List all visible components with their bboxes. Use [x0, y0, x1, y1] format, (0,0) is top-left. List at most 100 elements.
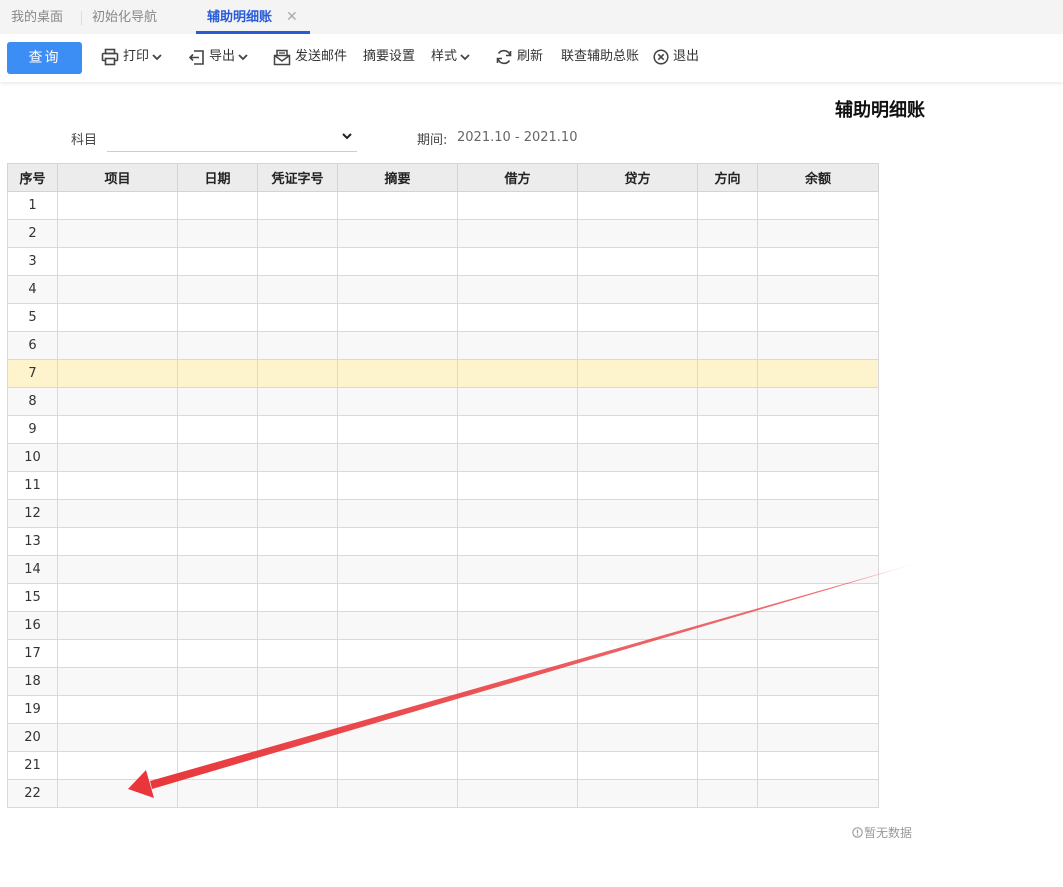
cell-summary[interactable]	[337, 779, 458, 808]
cell-item[interactable]	[57, 555, 178, 584]
cell-date[interactable]	[177, 191, 258, 220]
cell-summary[interactable]	[337, 499, 458, 528]
cell-date[interactable]	[177, 359, 258, 388]
table-row[interactable]: 21	[7, 751, 879, 780]
cell-summary[interactable]	[337, 219, 458, 248]
cell-direction[interactable]	[697, 639, 758, 668]
cell-balance[interactable]	[757, 443, 879, 472]
cell-direction[interactable]	[697, 415, 758, 444]
column-header-item[interactable]: 项目	[57, 163, 178, 192]
cell-debit[interactable]	[457, 751, 578, 780]
cell-item[interactable]	[57, 415, 178, 444]
cell-balance[interactable]	[757, 331, 879, 360]
cell-balance[interactable]	[757, 387, 879, 416]
cell-balance[interactable]	[757, 471, 879, 500]
cell-date[interactable]	[177, 443, 258, 472]
cell-voucher-no[interactable]	[257, 779, 338, 808]
cell-item[interactable]	[57, 667, 178, 696]
cell-debit[interactable]	[457, 415, 578, 444]
exit-button[interactable]: 退出	[653, 46, 699, 68]
table-row[interactable]: 10	[7, 443, 879, 472]
cell-date[interactable]	[177, 555, 258, 584]
cell-item[interactable]	[57, 387, 178, 416]
table-row[interactable]: 14	[7, 555, 879, 584]
cell-credit[interactable]	[577, 723, 698, 752]
cell-balance[interactable]	[757, 779, 879, 808]
cell-direction[interactable]	[697, 219, 758, 248]
cell-credit[interactable]	[577, 583, 698, 612]
cell-item[interactable]	[57, 695, 178, 724]
cell-item[interactable]	[57, 611, 178, 640]
cell-credit[interactable]	[577, 639, 698, 668]
cell-balance[interactable]	[757, 303, 879, 332]
cell-item[interactable]	[57, 247, 178, 276]
cell-balance[interactable]	[757, 275, 879, 304]
cell-voucher-no[interactable]	[257, 359, 338, 388]
cell-item[interactable]	[57, 499, 178, 528]
cell-voucher-no[interactable]	[257, 219, 338, 248]
cell-date[interactable]	[177, 779, 258, 808]
cell-balance[interactable]	[757, 583, 879, 612]
cell-summary[interactable]	[337, 191, 458, 220]
table-row[interactable]: 7	[7, 359, 879, 388]
cell-summary[interactable]	[337, 359, 458, 388]
cell-credit[interactable]	[577, 499, 698, 528]
cell-credit[interactable]	[577, 695, 698, 724]
cell-direction[interactable]	[697, 303, 758, 332]
cell-balance[interactable]	[757, 527, 879, 556]
cell-direction[interactable]	[697, 387, 758, 416]
cell-debit[interactable]	[457, 359, 578, 388]
table-row[interactable]: 16	[7, 611, 879, 640]
style-button[interactable]: 样式	[431, 46, 470, 68]
cell-summary[interactable]	[337, 443, 458, 472]
cell-debit[interactable]	[457, 779, 578, 808]
cell-credit[interactable]	[577, 387, 698, 416]
cell-direction[interactable]	[697, 667, 758, 696]
cell-direction[interactable]	[697, 555, 758, 584]
cell-summary[interactable]	[337, 751, 458, 780]
cell-debit[interactable]	[457, 611, 578, 640]
tab-my-desktop[interactable]: 我的桌面	[11, 0, 63, 34]
cell-date[interactable]	[177, 527, 258, 556]
cell-debit[interactable]	[457, 527, 578, 556]
linked-auxiliary-ledger-button[interactable]: 联查辅助总账	[561, 46, 639, 68]
refresh-button[interactable]: 刷新	[495, 46, 543, 68]
cell-summary[interactable]	[337, 583, 458, 612]
cell-summary[interactable]	[337, 387, 458, 416]
cell-voucher-no[interactable]	[257, 443, 338, 472]
cell-date[interactable]	[177, 303, 258, 332]
cell-summary[interactable]	[337, 667, 458, 696]
column-header-balance[interactable]: 余额	[757, 163, 879, 192]
cell-credit[interactable]	[577, 275, 698, 304]
cell-debit[interactable]	[457, 275, 578, 304]
cell-summary[interactable]	[337, 611, 458, 640]
cell-credit[interactable]	[577, 667, 698, 696]
cell-item[interactable]	[57, 751, 178, 780]
subject-select[interactable]	[107, 124, 357, 152]
cell-credit[interactable]	[577, 303, 698, 332]
cell-debit[interactable]	[457, 443, 578, 472]
cell-item[interactable]	[57, 443, 178, 472]
cell-credit[interactable]	[577, 331, 698, 360]
cell-item[interactable]	[57, 583, 178, 612]
cell-direction[interactable]	[697, 247, 758, 276]
cell-debit[interactable]	[457, 471, 578, 500]
cell-item[interactable]	[57, 639, 178, 668]
table-row[interactable]: 15	[7, 583, 879, 612]
cell-voucher-no[interactable]	[257, 751, 338, 780]
cell-direction[interactable]	[697, 331, 758, 360]
send-email-button[interactable]: 发送邮件	[273, 46, 347, 68]
cell-debit[interactable]	[457, 303, 578, 332]
cell-item[interactable]	[57, 191, 178, 220]
cell-voucher-no[interactable]	[257, 499, 338, 528]
cell-voucher-no[interactable]	[257, 527, 338, 556]
cell-direction[interactable]	[697, 723, 758, 752]
tab-init-navigation[interactable]: 初始化导航	[92, 0, 157, 34]
cell-voucher-no[interactable]	[257, 723, 338, 752]
cell-item[interactable]	[57, 359, 178, 388]
cell-item[interactable]	[57, 723, 178, 752]
cell-credit[interactable]	[577, 611, 698, 640]
cell-credit[interactable]	[577, 779, 698, 808]
cell-summary[interactable]	[337, 415, 458, 444]
cell-summary[interactable]	[337, 639, 458, 668]
